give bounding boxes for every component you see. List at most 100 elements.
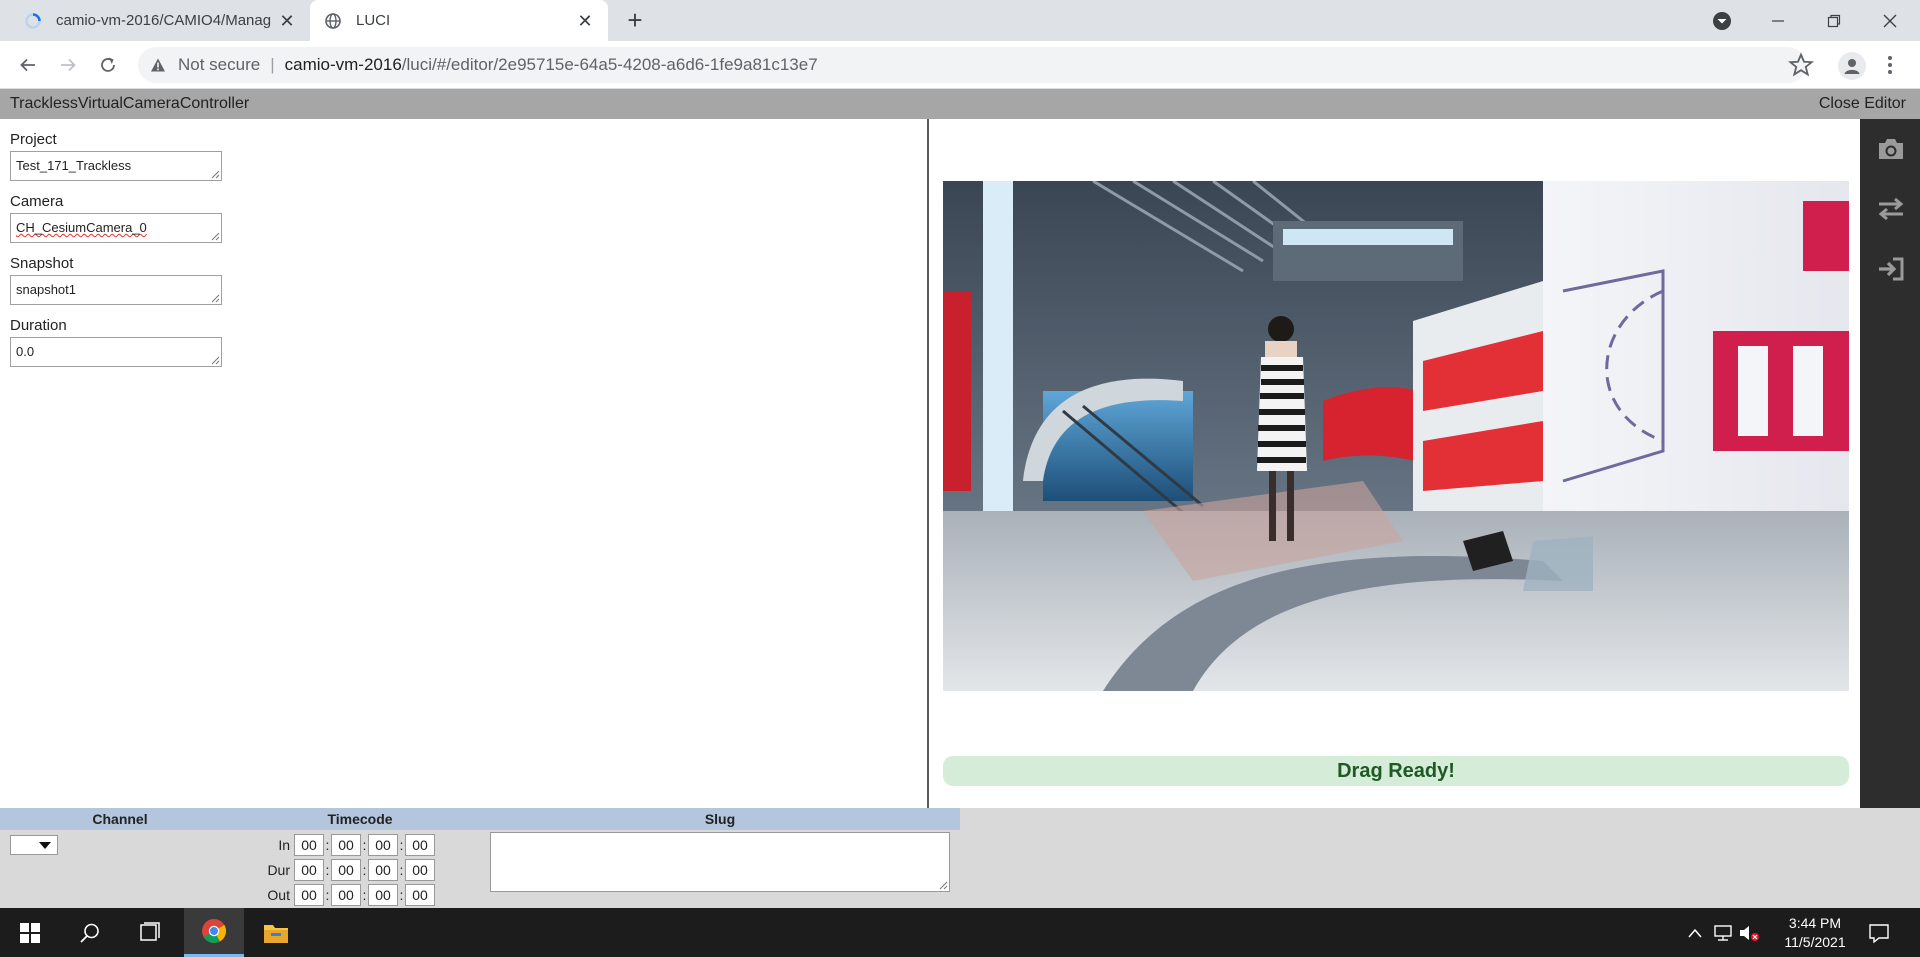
task-view-icon[interactable] — [120, 908, 180, 957]
browser-toolbar: Not secure | camio-vm-2016/luci/#/editor… — [0, 41, 1920, 89]
tc-dur-seconds[interactable]: 00 — [368, 859, 398, 881]
resize-grip-icon[interactable] — [210, 355, 220, 365]
resize-grip-icon[interactable] — [938, 880, 948, 890]
close-editor-button[interactable]: Close Editor — [1819, 95, 1906, 113]
minimize-icon[interactable] — [1750, 0, 1806, 41]
swap-arrows-icon — [1878, 197, 1904, 221]
tc-separator: : — [325, 862, 330, 878]
camera-icon — [1879, 139, 1903, 159]
snapshot-label: Snapshot — [10, 255, 74, 272]
slug-header: Slug — [704, 811, 736, 827]
clock-time: 3:44 PM — [1788, 915, 1842, 931]
tab-title: camio-vm-2016/CAMIO4/Manag — [56, 12, 272, 29]
restore-icon[interactable] — [1806, 0, 1862, 41]
volume-muted-icon[interactable] — [1738, 922, 1760, 944]
project-input[interactable]: Test_171_Trackless — [10, 151, 222, 181]
tc-separator: : — [399, 837, 404, 853]
swap-button[interactable] — [1875, 193, 1907, 225]
tc-in-frames[interactable]: 00 — [405, 834, 435, 856]
windows-start-icon[interactable] — [0, 908, 60, 957]
tc-separator: : — [399, 887, 404, 903]
security-label[interactable]: Not secure — [178, 55, 260, 75]
timecode-out-row: Out 00: 00: 00: 00 — [262, 884, 435, 906]
resize-grip-icon[interactable] — [210, 231, 220, 241]
sign-in-button[interactable] — [1875, 253, 1907, 285]
channel-header: Channel — [92, 811, 148, 827]
snapshot-input[interactable]: snapshot1 — [10, 275, 222, 305]
tc-in-seconds[interactable]: 00 — [368, 834, 398, 856]
resize-grip-icon[interactable] — [210, 169, 220, 179]
notifications-icon[interactable] — [1868, 922, 1890, 944]
timecode-in-row: In 00: 00: 00: 00 — [262, 834, 435, 856]
tc-separator: : — [362, 887, 367, 903]
profile-avatar-icon[interactable] — [1838, 52, 1866, 80]
reload-icon[interactable] — [94, 51, 122, 79]
search-icon[interactable] — [60, 908, 120, 957]
network-icon[interactable] — [1712, 922, 1734, 944]
snapshot-camera-button[interactable] — [1875, 133, 1907, 165]
address-separator: | — [270, 55, 275, 74]
new-tab-button[interactable]: + — [622, 7, 648, 34]
warning-triangle-icon[interactable] — [150, 57, 166, 73]
timecode-header: Channel Timecode Slug — [0, 808, 960, 830]
dropdown-caret-icon — [39, 842, 51, 849]
tc-out-seconds[interactable]: 00 — [368, 884, 398, 906]
preview-panel: Drag Ready! — [931, 119, 1860, 808]
tc-separator: : — [362, 837, 367, 853]
close-tab-icon[interactable]: ✕ — [278, 12, 296, 30]
tc-out-label: Out — [267, 887, 290, 903]
back-arrow-icon[interactable] — [14, 51, 42, 79]
address-bar[interactable]: Not secure | camio-vm-2016/luci/#/editor… — [138, 47, 1806, 83]
tc-dur-minutes[interactable]: 00 — [331, 859, 361, 881]
chevron-up-icon[interactable] — [1684, 922, 1706, 944]
project-label: Project — [10, 131, 57, 148]
forward-arrow-icon[interactable] — [54, 51, 82, 79]
close-tab-icon[interactable]: ✕ — [576, 12, 594, 30]
tc-separator: : — [325, 837, 330, 853]
tc-separator: : — [399, 862, 404, 878]
camera-field: Camera CH_CesiumCamera_0 — [10, 193, 222, 243]
duration-field: Duration 0.0 — [10, 317, 222, 367]
timecode-header-label: Timecode — [327, 811, 393, 827]
taskbar-clock[interactable]: 3:44 PM 11/5/2021 — [1770, 914, 1860, 952]
timecode-bar: Channel Timecode Slug In 00: 00: 00: 00 … — [0, 808, 1920, 908]
duration-input[interactable]: 0.0 — [10, 337, 222, 367]
windows-taskbar: 3:44 PM 11/5/2021 — [0, 908, 1920, 957]
file-explorer-icon[interactable] — [246, 908, 306, 957]
tc-dur-hours[interactable]: 00 — [294, 859, 324, 881]
virtual-studio-render — [943, 181, 1849, 691]
bookmark-star-icon[interactable] — [1788, 52, 1814, 78]
tab-search-icon[interactable] — [1694, 0, 1750, 41]
loading-spinner-icon — [25, 12, 41, 29]
tc-dur-frames[interactable]: 00 — [405, 859, 435, 881]
tab-luci[interactable]: LUCI ✕ — [310, 0, 608, 41]
editor-header: TracklessVirtualCameraController Close E… — [0, 89, 1920, 119]
tc-in-hours[interactable]: 00 — [294, 834, 324, 856]
timecode-dur-row: Dur 00: 00: 00: 00 — [262, 859, 435, 881]
tab-title: LUCI — [356, 12, 391, 29]
camera-label: Camera — [10, 193, 64, 210]
tc-out-minutes[interactable]: 00 — [331, 884, 361, 906]
project-value: Test_171_Trackless — [16, 158, 132, 173]
camera-value: CH_CesiumCamera_0 — [16, 220, 147, 235]
channel-select[interactable] — [10, 835, 58, 855]
tc-out-frames[interactable]: 00 — [405, 884, 435, 906]
tc-separator: : — [325, 887, 330, 903]
parameters-panel: Project Test_171_Trackless Camera CH_Ces… — [0, 119, 929, 808]
duration-value: 0.0 — [16, 344, 35, 359]
tab-camio-manager[interactable]: camio-vm-2016/CAMIO4/Manag ✕ — [10, 0, 310, 41]
snapshot-value: snapshot1 — [16, 282, 76, 297]
close-window-icon[interactable] — [1862, 0, 1918, 41]
slug-textarea[interactable] — [490, 832, 950, 892]
tc-out-hours[interactable]: 00 — [294, 884, 324, 906]
camera-preview-viewport[interactable] — [943, 181, 1849, 691]
chrome-taskbar-icon[interactable] — [184, 908, 244, 957]
resize-grip-icon[interactable] — [210, 293, 220, 303]
kebab-menu-icon[interactable] — [1882, 53, 1898, 77]
globe-icon — [325, 12, 341, 29]
camera-input[interactable]: CH_CesiumCamera_0 — [10, 213, 222, 243]
url-host: camio-vm-2016 — [284, 55, 402, 74]
tc-separator: : — [362, 862, 367, 878]
clock-date: 11/5/2021 — [1784, 934, 1846, 950]
tc-in-minutes[interactable]: 00 — [331, 834, 361, 856]
